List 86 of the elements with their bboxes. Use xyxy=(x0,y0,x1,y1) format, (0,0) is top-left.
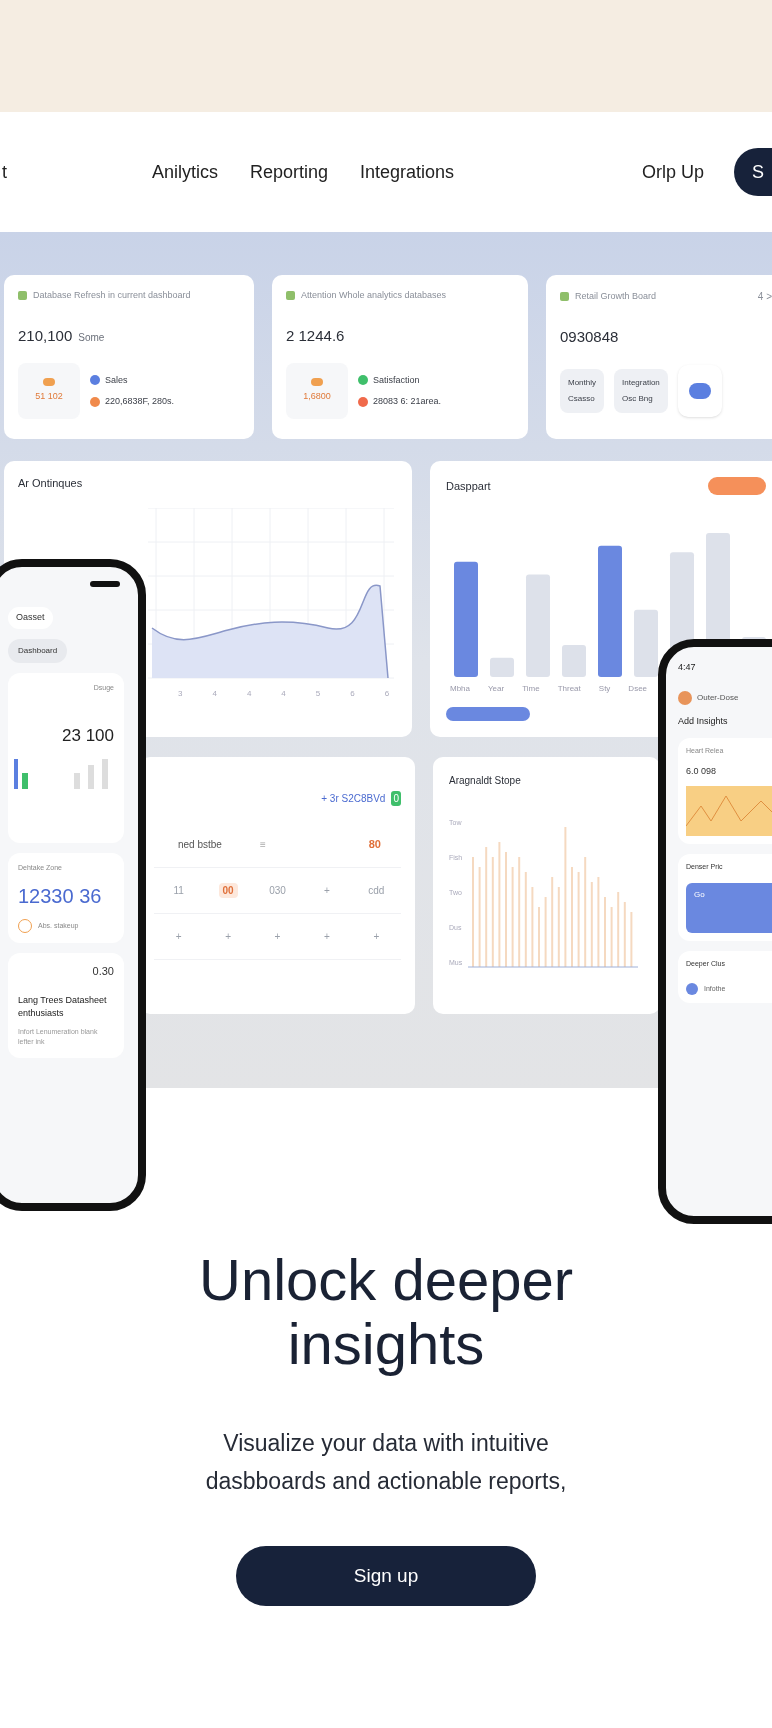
axis-label: 6 xyxy=(350,687,355,700)
axis-label: Sty xyxy=(598,683,611,695)
axis-label: Mbha xyxy=(450,683,470,695)
nav-link[interactable]: Anilytics xyxy=(152,158,218,186)
card-title: Lang Trees Datasheet enthusiasts xyxy=(18,993,108,1020)
people-icon xyxy=(43,378,55,387)
stat-label: Integration xyxy=(622,376,660,389)
card-title: Aragnaldt Stope xyxy=(449,774,522,788)
user-name: Outer-Dose xyxy=(697,691,739,704)
card-title: Attention Whole analytics databases xyxy=(301,289,447,302)
axis-label: 4 xyxy=(246,687,252,700)
people-icon xyxy=(311,378,323,387)
card-title: Database Refresh in current dashboard xyxy=(33,289,191,302)
card-title: Retail Growth Board xyxy=(575,289,657,303)
axis-label: Year xyxy=(488,683,505,695)
axis-label: Time xyxy=(522,683,540,695)
chart-icon xyxy=(18,291,27,301)
axis-label: 3 xyxy=(178,687,183,700)
stat-value: 210,100 xyxy=(18,325,73,346)
card-title: Ar Ontinques xyxy=(18,476,84,491)
table-cell-text: + xyxy=(175,930,182,944)
signup-button[interactable]: S xyxy=(734,148,772,196)
axis-label: 5 xyxy=(315,687,321,700)
pill-button[interactable] xyxy=(708,477,766,495)
filter-label: ned bstbe xyxy=(178,838,222,852)
status-time: 4:47 xyxy=(678,661,697,674)
nav-link[interactable]: Integrations xyxy=(360,158,455,186)
bar xyxy=(624,902,627,967)
card-value: 6.0 098 xyxy=(686,764,718,778)
card-value: 0.30 xyxy=(92,964,114,979)
legend-label: 220,6838F, 280s. xyxy=(105,395,175,408)
signup-button[interactable]: Sign up xyxy=(236,1546,536,1606)
legend-label: Sales xyxy=(105,373,128,387)
status-badge: 0 xyxy=(391,791,401,806)
stat-value: 0930848 xyxy=(560,327,619,347)
table-cell-text: 11 xyxy=(173,884,184,898)
stat-unit: Some xyxy=(78,330,105,345)
axis-label: 6 xyxy=(384,687,390,700)
axis-label: Dsee xyxy=(628,683,648,695)
dashboard-pill[interactable]: Dashboard xyxy=(8,638,68,663)
legend-label: 28083 6: 21area. xyxy=(373,395,442,408)
status-icons xyxy=(90,581,120,587)
table-cell: 00 xyxy=(218,883,238,898)
login-link[interactable]: Orlp Up xyxy=(642,158,704,186)
card-value: 12330 36 xyxy=(18,884,103,909)
table-cell-text: + xyxy=(323,884,330,898)
table-cell-text: + xyxy=(274,930,281,944)
card-value: 23 100 xyxy=(62,725,114,747)
highlight-panel: Go xyxy=(686,882,772,933)
table-header: + 3r S2C8BVd xyxy=(321,792,386,806)
bar xyxy=(630,912,633,967)
bar xyxy=(544,897,547,967)
axis-label: Threat xyxy=(557,683,581,695)
bar xyxy=(610,907,613,967)
table-cell-text: cdd xyxy=(368,884,385,898)
bar xyxy=(604,897,607,967)
card-title: Dasppart xyxy=(446,478,491,494)
table-cell-text: + xyxy=(323,930,330,944)
count-tag: 80 xyxy=(368,836,381,853)
table-cell-text: 030 xyxy=(269,884,286,898)
stat-text: Csasso xyxy=(568,392,596,405)
nav-link[interactable]: Reporting xyxy=(250,158,329,186)
bar xyxy=(490,657,514,677)
table-cell-text: + xyxy=(225,930,231,944)
badge-text: 51 102 xyxy=(35,390,63,404)
avatar-icon xyxy=(678,690,692,705)
hero-title: Unlock deeper insights xyxy=(198,1248,574,1376)
stat-label: Monthly xyxy=(568,376,596,389)
axis-label: 4 xyxy=(212,687,217,700)
hero-subtitle: Visualize your data with intuitive dasbboards and actionable reports, xyxy=(204,1429,568,1496)
phone-heading: Add Insights xyxy=(678,714,729,728)
chart-icon xyxy=(560,292,569,301)
stat-text: Osc Bng xyxy=(622,392,654,405)
list-icon: ≡ xyxy=(259,837,266,852)
table-cell-text: + xyxy=(373,930,380,944)
chart-icon xyxy=(286,291,295,301)
bar xyxy=(562,645,586,677)
cloud-icon xyxy=(677,364,722,417)
bar xyxy=(634,609,658,677)
bar xyxy=(538,907,541,967)
stat-value: 2 1244.6 xyxy=(286,325,345,346)
legend-label: Satisfaction xyxy=(373,373,420,387)
badge-text: 1,6800 xyxy=(303,390,331,404)
axis-label: 4 xyxy=(281,687,286,700)
chip: Oasset xyxy=(8,607,53,629)
brand-text[interactable]: t xyxy=(2,158,7,186)
